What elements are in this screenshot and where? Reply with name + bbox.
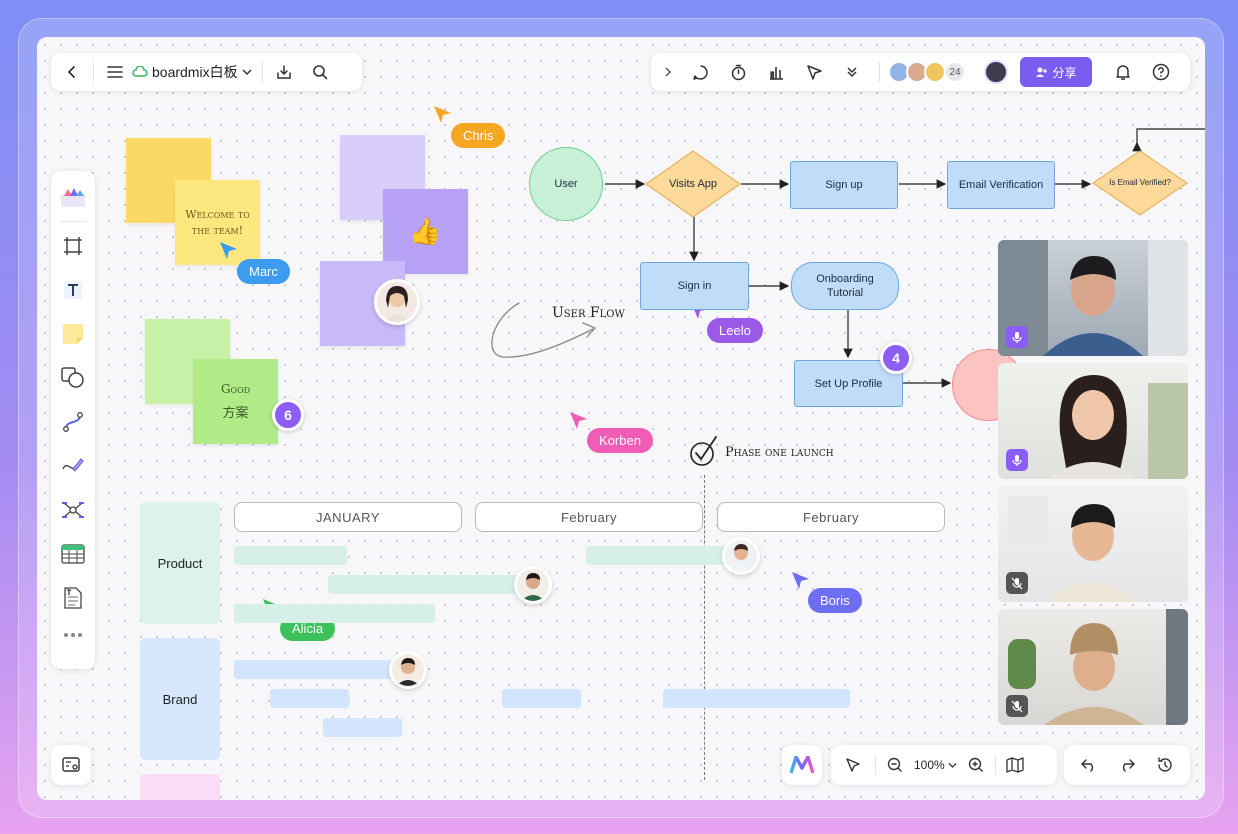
flow-node-user[interactable]: User (529, 147, 603, 221)
more-icon[interactable] (51, 620, 95, 650)
timeline-bar[interactable] (234, 660, 394, 679)
flow-node-sign-up-label: Sign up (825, 179, 863, 191)
map-pin-icon (62, 757, 80, 772)
timeline-bar[interactable] (234, 546, 347, 565)
video-tile-3[interactable] (998, 486, 1188, 602)
document-icon[interactable] (51, 576, 95, 620)
flow-node-visits-app-label: Visits App (668, 178, 718, 190)
timeline-row-next[interactable] (140, 774, 220, 800)
flow-node-set-up-profile-label: Set Up Profile (814, 377, 883, 390)
collaborator-avatar (722, 537, 760, 575)
flow-node-sign-in-label: Sign in (677, 280, 712, 292)
timeline-bar[interactable] (328, 575, 533, 594)
flow-count-badge: 4 (880, 342, 912, 374)
video-tile-2[interactable] (998, 363, 1188, 479)
whiteboard-canvas[interactable]: boardmix白板 24 分享 Welcome to the team! 👍 … (37, 37, 1205, 800)
timeline-month-1[interactable]: JANUARY (234, 502, 462, 532)
undo-icon[interactable] (1074, 750, 1104, 780)
zoom-in-icon[interactable] (961, 750, 991, 780)
flow-node-email-verified: Is Email Verified? (1092, 150, 1188, 216)
timeline-bar[interactable] (270, 689, 349, 708)
timeline-bar[interactable] (323, 718, 402, 737)
ai-logo-icon (790, 756, 814, 774)
table-icon[interactable] (51, 532, 95, 576)
mic-on-icon[interactable] (1006, 449, 1028, 471)
zoom-level[interactable]: 100% (914, 758, 945, 772)
phase-label: Phase one launch (725, 445, 834, 460)
flow-node-sign-in[interactable]: Sign in (640, 262, 749, 310)
cursor-arrow-boris (792, 572, 809, 589)
minimap-button[interactable] (51, 745, 91, 785)
cursor-label-boris: Boris (808, 588, 862, 613)
flow-node-sign-up[interactable]: Sign up (790, 161, 898, 209)
divider (875, 755, 876, 775)
mic-muted-icon[interactable] (1006, 572, 1028, 594)
timeline-bar[interactable] (502, 689, 581, 708)
collaborator-avatar (389, 651, 427, 689)
divider (994, 755, 996, 775)
flow-node-email-verification[interactable]: Email Verification (947, 161, 1055, 209)
zoom-toolbar: 100% (831, 745, 1057, 785)
timeline-month-2[interactable]: February (475, 502, 703, 532)
timeline-bar[interactable] (234, 604, 435, 623)
video-tile-4[interactable] (998, 609, 1188, 725)
flow-node-user-label: User (554, 178, 578, 190)
flow-node-visits-app: Visits App (645, 150, 741, 218)
timeline-month-3[interactable]: February (717, 502, 945, 532)
flow-node-onboarding-label: Onboarding Tutorial (816, 273, 874, 299)
ai-assistant-button[interactable] (782, 745, 822, 785)
redo-icon[interactable] (1112, 750, 1142, 780)
history-icon[interactable] (1150, 750, 1180, 780)
zoom-out-icon[interactable] (880, 750, 910, 780)
phase-dashed-line (704, 475, 705, 780)
flow-node-onboarding[interactable]: Onboarding Tutorial (791, 262, 899, 310)
select-cursor-icon[interactable] (835, 750, 871, 780)
row-label-brand: Brand (162, 691, 198, 707)
timeline-row-product[interactable]: Product (140, 502, 220, 624)
history-toolbar (1064, 745, 1190, 785)
video-tile-1[interactable] (998, 240, 1188, 356)
mic-on-icon[interactable] (1006, 326, 1028, 348)
timeline-bar[interactable] (586, 546, 726, 565)
flow-node-email-verified-label: Is Email Verified? (1109, 178, 1171, 187)
timeline-bar[interactable] (663, 689, 850, 708)
timeline-row-brand[interactable]: Brand (140, 638, 220, 760)
chevron-down-icon[interactable] (945, 750, 961, 780)
mic-muted-icon[interactable] (1006, 695, 1028, 717)
flow-node-email-verification-label: Email Verification (958, 179, 1044, 191)
checkmark-icon (690, 436, 717, 466)
book-map-icon[interactable] (1000, 750, 1030, 780)
row-label-product: Product (157, 555, 203, 571)
collaborator-avatar (514, 566, 552, 604)
